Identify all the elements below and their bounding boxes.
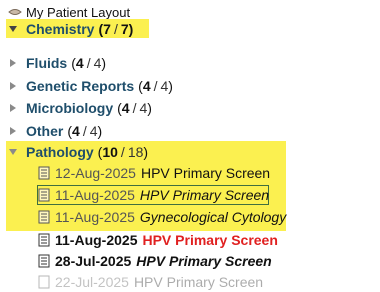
document-date: 28-Jul-2025 bbox=[55, 253, 132, 269]
folder-count-shown: 4 bbox=[121, 100, 130, 116]
document-row[interactable]: 12-Aug-2025 HPV Primary Screen bbox=[38, 163, 270, 183]
document-title: HPV Primary Screen bbox=[139, 187, 270, 203]
document-date: 11-Aug-2025 bbox=[55, 232, 138, 248]
folder-count-total: 18 bbox=[127, 144, 144, 160]
collapsed-arrow-icon[interactable] bbox=[8, 81, 22, 91]
document-row[interactable]: 11-Aug-2025 Gynecological Cytology bbox=[38, 207, 286, 227]
document-row-unread[interactable]: 11-Aug-2025 HPV Primary Screen bbox=[38, 230, 278, 250]
collapsed-arrow-icon[interactable] bbox=[8, 126, 22, 136]
folder-microbiology[interactable]: Microbiology ( 4 / 4 ) bbox=[8, 98, 152, 118]
document-icon bbox=[38, 233, 50, 247]
document-date: 22-Jul-2025 bbox=[55, 274, 129, 290]
document-icon bbox=[38, 166, 50, 180]
folder-count-total: 4 bbox=[139, 100, 148, 116]
folder-count-shown: 4 bbox=[75, 55, 84, 71]
document-row[interactable]: 28-Jul-2025 HPV Primary Screen bbox=[38, 251, 272, 271]
document-date: 12-Aug-2025 bbox=[55, 165, 136, 181]
document-row-selected[interactable]: 11-Aug-2025 HPV Primary Screen bbox=[38, 185, 269, 205]
folder-other[interactable]: Other ( 4 / 4 ) bbox=[8, 121, 102, 141]
folder-count-total: 4 bbox=[93, 55, 102, 71]
document-title: HPV Primary Screen bbox=[136, 253, 272, 269]
document-icon bbox=[38, 254, 50, 268]
folder-chemistry[interactable]: Chemistry ( 7 / 7 ) bbox=[8, 19, 133, 39]
folder-label: Genetic Reports bbox=[26, 78, 135, 94]
folder-fluids[interactable]: Fluids ( 4 / 4 ) bbox=[8, 53, 106, 73]
tree-root[interactable]: My Patient Layout bbox=[8, 4, 130, 20]
document-icon bbox=[38, 210, 50, 224]
document-title: Gynecological Cytology bbox=[139, 209, 287, 225]
folder-pathology[interactable]: Pathology ( 10 / 18 ) bbox=[8, 142, 148, 162]
expanded-arrow-icon[interactable] bbox=[8, 147, 22, 157]
document-title: HPV Primary Screen bbox=[133, 274, 264, 290]
document-row-partial[interactable]: 22-Jul-2025 HPV Primary Screen bbox=[38, 272, 263, 292]
folder-label: Other bbox=[26, 123, 64, 139]
document-icon bbox=[38, 188, 50, 202]
document-title: HPV Primary Screen bbox=[142, 232, 278, 248]
collapsed-arrow-icon[interactable] bbox=[8, 58, 22, 68]
folder-count-total: 4 bbox=[89, 123, 98, 139]
folder-count-total: 7 bbox=[120, 21, 129, 37]
folder-count-shown: 4 bbox=[72, 123, 80, 139]
folder-genetic-reports[interactable]: Genetic Reports ( 4 / 4 ) bbox=[8, 76, 173, 96]
layout-icon bbox=[8, 7, 22, 17]
document-date: 11-Aug-2025 bbox=[55, 209, 135, 225]
folder-label: Pathology bbox=[26, 144, 94, 160]
folder-label: Fluids bbox=[26, 55, 68, 71]
folder-label: Microbiology bbox=[26, 100, 114, 116]
folder-count-shown: 4 bbox=[142, 78, 151, 94]
folder-label: Chemistry bbox=[26, 21, 95, 37]
expanded-arrow-icon[interactable] bbox=[8, 24, 22, 34]
tree-root-label: My Patient Layout bbox=[26, 4, 131, 20]
collapsed-arrow-icon[interactable] bbox=[8, 103, 22, 113]
folder-count-shown: 10 bbox=[102, 144, 118, 160]
document-title: HPV Primary Screen bbox=[140, 165, 271, 181]
folder-count-shown: 7 bbox=[103, 21, 111, 37]
document-date: 11-Aug-2025 bbox=[55, 187, 135, 203]
folder-count-total: 4 bbox=[160, 78, 169, 94]
document-icon bbox=[38, 275, 50, 289]
